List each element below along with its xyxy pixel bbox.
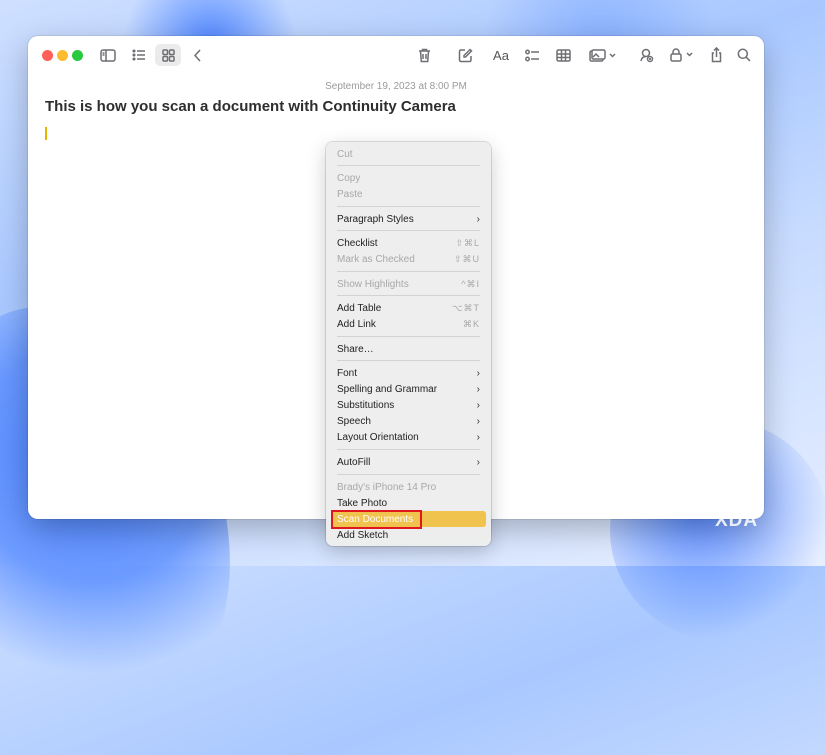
- menu-item-cut[interactable]: Cut: [331, 146, 486, 162]
- back-icon[interactable]: [188, 44, 206, 66]
- menu-item-show-highlights[interactable]: Show Highlights ^⌘I: [331, 276, 486, 292]
- menu-separator: [337, 206, 480, 207]
- menu-separator: [337, 230, 480, 231]
- note-date: September 19, 2023 at 8:00 PM: [325, 81, 467, 92]
- menu-separator: [337, 295, 480, 296]
- menu-item-checklist[interactable]: Checklist ⇧⌘L: [331, 235, 486, 251]
- sidebar-icon[interactable]: [98, 44, 118, 66]
- list-view-icon[interactable]: [129, 44, 149, 66]
- chevron-right-icon: ›: [476, 415, 480, 427]
- context-menu: Cut Copy Paste Paragraph Styles › Checkli…: [326, 142, 491, 546]
- menu-item-autofill[interactable]: AutoFill ›: [331, 454, 486, 470]
- search-icon[interactable]: [735, 44, 753, 66]
- menu-separator: [337, 449, 480, 450]
- menu-separator: [337, 474, 480, 475]
- xda-watermark: XDA: [715, 510, 759, 531]
- menu-item-copy[interactable]: Copy: [331, 170, 486, 186]
- chevron-right-icon: ›: [476, 399, 480, 411]
- collaborate-icon[interactable]: [636, 44, 656, 66]
- menu-item-add-sketch[interactable]: Add Sketch: [331, 527, 486, 543]
- toolbar: Aa: [28, 36, 764, 74]
- menu-item-mark-as-checked[interactable]: Mark as Checked ⇧⌘U: [331, 251, 486, 267]
- format-text-icon[interactable]: Aa: [490, 44, 512, 66]
- menu-separator: [337, 271, 480, 272]
- close-window-button[interactable]: [42, 50, 53, 61]
- menu-item-take-photo[interactable]: Take Photo: [331, 495, 486, 511]
- lock-icon[interactable]: [668, 44, 698, 66]
- menu-section-device: Brady's iPhone 14 Pro: [337, 481, 437, 493]
- text-cursor: [45, 127, 47, 140]
- menu-item-add-table[interactable]: Add Table ⌥⌘T: [331, 300, 486, 316]
- menu-separator: [337, 336, 480, 337]
- note-title[interactable]: This is how you scan a document with Con…: [45, 98, 456, 115]
- menu-item-paragraph-styles[interactable]: Paragraph Styles ›: [331, 211, 486, 227]
- menu-separator: [337, 165, 480, 166]
- share-icon[interactable]: [707, 44, 725, 66]
- trash-icon[interactable]: [415, 44, 433, 66]
- menu-item-share[interactable]: Share…: [331, 341, 486, 357]
- menu-item-substitutions[interactable]: Substitutions ›: [331, 397, 486, 413]
- menu-item-layout-orientation[interactable]: Layout Orientation ›: [331, 429, 486, 445]
- menu-item-spelling-and-grammar[interactable]: Spelling and Grammar ›: [331, 381, 486, 397]
- menu-item-paste[interactable]: Paste: [331, 186, 486, 202]
- table-icon[interactable]: [553, 44, 573, 66]
- zoom-window-button[interactable]: [72, 50, 83, 61]
- media-icon[interactable]: [587, 44, 619, 66]
- chevron-right-icon: ›: [476, 367, 480, 379]
- minimize-window-button[interactable]: [57, 50, 68, 61]
- gallery-view-icon[interactable]: [155, 44, 181, 66]
- compose-icon[interactable]: [456, 44, 474, 66]
- menu-item-scan-documents[interactable]: Scan Documents: [331, 511, 486, 527]
- menu-separator: [337, 360, 480, 361]
- chevron-right-icon: ›: [476, 456, 480, 468]
- chevron-right-icon: ›: [476, 213, 480, 225]
- menu-item-font[interactable]: Font ›: [331, 365, 486, 381]
- chevron-right-icon: ›: [476, 431, 480, 443]
- menu-item-speech[interactable]: Speech ›: [331, 413, 486, 429]
- menu-item-add-link[interactable]: Add Link ⌘K: [331, 316, 486, 332]
- checklist-icon[interactable]: [522, 44, 542, 66]
- chevron-right-icon: ›: [476, 383, 480, 395]
